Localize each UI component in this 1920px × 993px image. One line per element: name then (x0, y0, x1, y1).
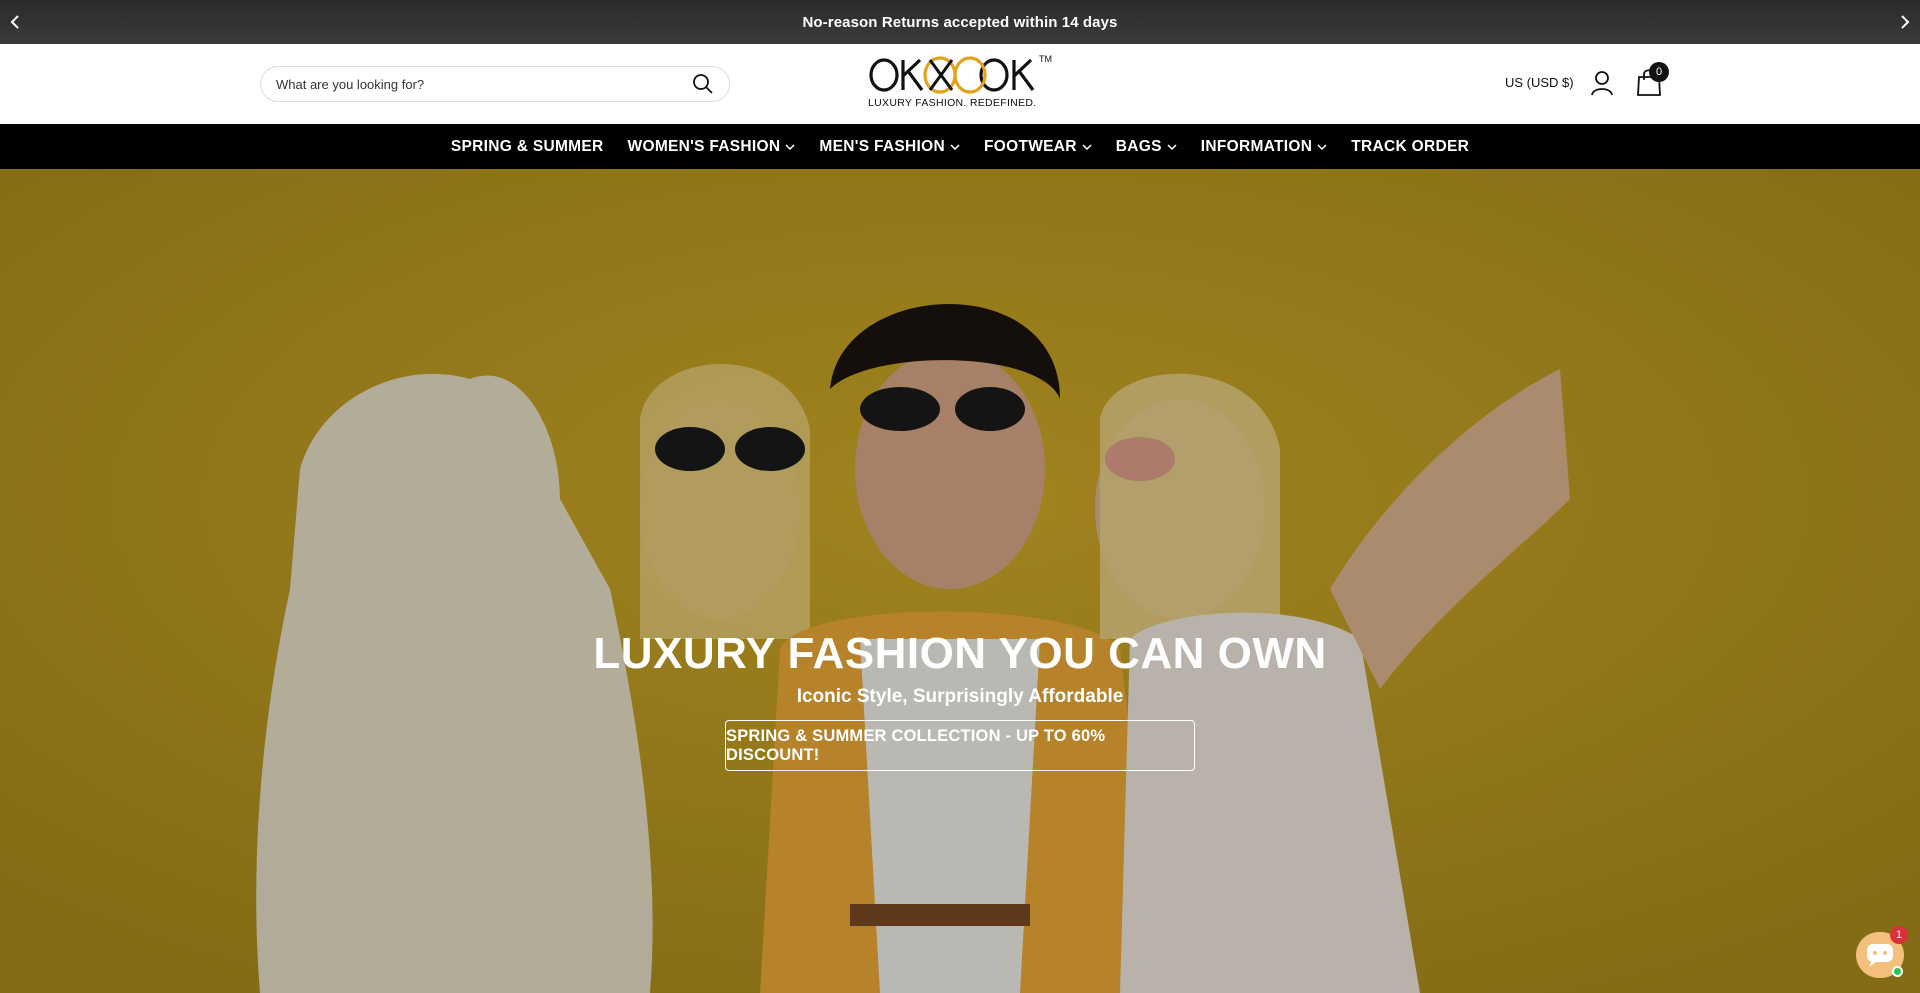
nav-item-information[interactable]: INFORMATION (1189, 138, 1340, 156)
nav-item-label: MEN'S FASHION (819, 137, 945, 155)
hero-title: LUXURY FASHION YOU CAN OWN (593, 629, 1327, 678)
chevron-left-icon (10, 15, 19, 29)
logo-tagline: LUXURY FASHION. REDEFINED. (868, 97, 1037, 109)
chevron-right-icon (1901, 15, 1910, 29)
chevron-down-icon (1082, 143, 1092, 150)
search-icon (693, 74, 713, 94)
nav-item-spring-summer[interactable]: SPRING & SUMMER (439, 138, 616, 156)
chat-online-status (1892, 966, 1903, 977)
nav-item-track-order[interactable]: TRACK ORDER (1339, 138, 1481, 156)
chevron-down-icon (1317, 143, 1327, 150)
hero-banner: LUXURY FASHION YOU CAN OWN Iconic Style,… (0, 169, 1920, 993)
cart-count-badge: 0 (1649, 62, 1669, 82)
logo-trademark: TM (1039, 54, 1052, 64)
nav-item-label: TRACK ORDER (1351, 137, 1470, 155)
logo-wordmark (868, 54, 1052, 96)
hero-subtitle: Iconic Style, Surprisingly Affordable (796, 686, 1124, 707)
chevron-down-icon (785, 143, 795, 150)
hero-overlay (0, 169, 1920, 993)
announcement-text: No-reason Returns accepted within 14 day… (802, 13, 1118, 31)
nav-item-label: INFORMATION (1200, 137, 1313, 155)
chevron-down-icon (1167, 143, 1177, 150)
search-input[interactable] (276, 76, 691, 92)
nav-item-footwear[interactable]: FOOTWEAR (972, 138, 1104, 156)
nav-item-label: BAGS (1115, 137, 1162, 155)
nav-item-label: SPRING & SUMMER (450, 137, 604, 155)
announcement-next-button[interactable] (1890, 0, 1920, 44)
chat-notification-badge: 1 (1890, 926, 1908, 944)
site-header: LUXURY FASHION. REDEFINED. TM US (USD $)… (0, 44, 1920, 124)
nav-item-mens-fashion[interactable]: MEN'S FASHION (807, 138, 972, 156)
hero-cta-button[interactable]: SPRING & SUMMER COLLECTION - UP TO 60% D… (725, 720, 1195, 771)
site-logo[interactable]: LUXURY FASHION. REDEFINED. TM (868, 54, 1052, 114)
nav-item-bags[interactable]: BAGS (1104, 138, 1189, 156)
currency-selector[interactable]: US (USD $) (1505, 75, 1574, 90)
nav-item-womens-fashion[interactable]: WOMEN'S FASHION (616, 138, 808, 156)
nav-item-label: WOMEN'S FASHION (627, 137, 781, 155)
announcement-bar: No-reason Returns accepted within 14 day… (0, 0, 1920, 44)
user-icon (1591, 71, 1613, 96)
chat-bot-icon (1867, 944, 1893, 967)
main-nav: SPRING & SUMMER WOMEN'S FASHION MEN'S FA… (0, 124, 1920, 169)
account-button[interactable] (1590, 70, 1614, 96)
announcement-prev-button[interactable] (0, 0, 30, 44)
search-button[interactable] (691, 72, 715, 96)
search-bar (260, 66, 730, 102)
nav-item-label: FOOTWEAR (983, 137, 1077, 155)
chevron-down-icon (950, 143, 960, 150)
